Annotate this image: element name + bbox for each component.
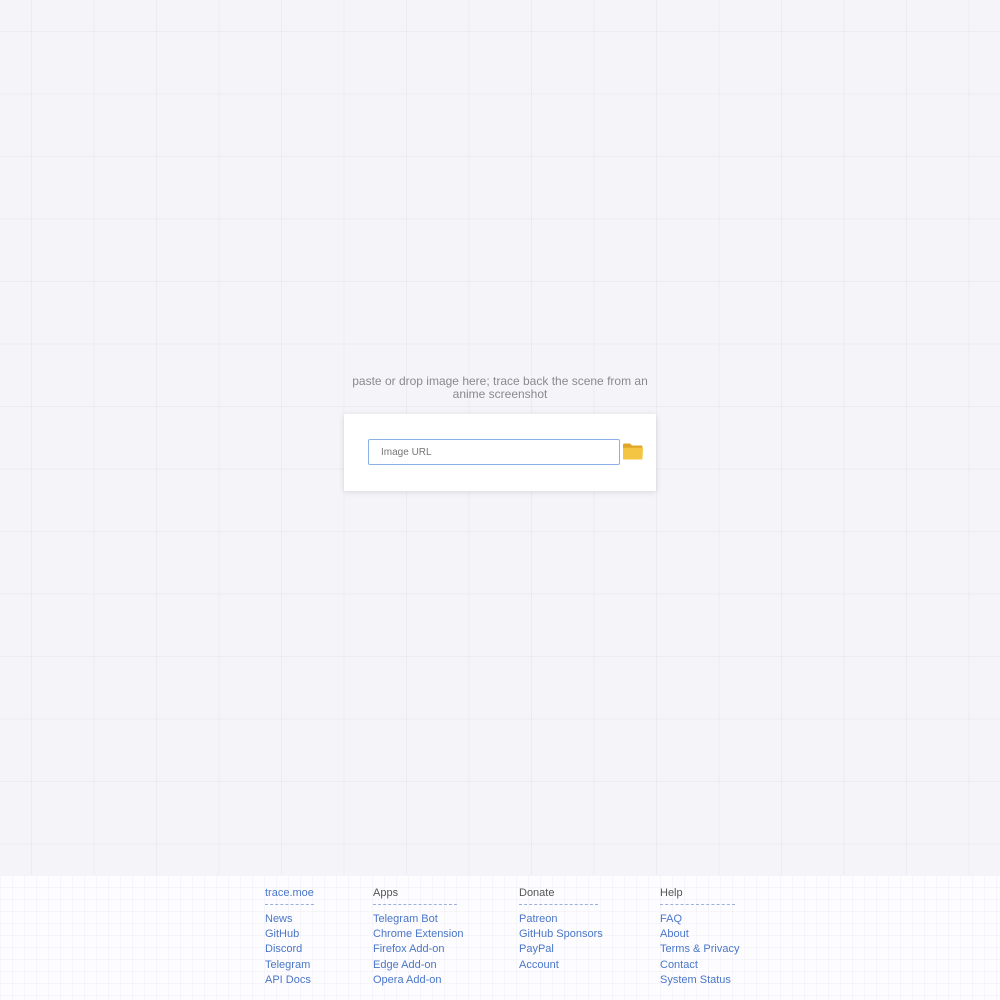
- footer-link-telegram-bot[interactable]: Telegram Bot: [373, 912, 464, 927]
- footer-link-github-sponsors[interactable]: GitHub Sponsors: [519, 927, 603, 942]
- footer-link-github[interactable]: GitHub: [265, 927, 314, 942]
- image-url-input[interactable]: [368, 439, 620, 465]
- search-card: [344, 414, 656, 491]
- footer-column-donate: Donate Patreon GitHub Sponsors PayPal Ac…: [519, 883, 603, 973]
- footer-link-patreon[interactable]: Patreon: [519, 912, 603, 927]
- footer-column-trace-moe: trace.moe News GitHub Discord Telegram A…: [265, 883, 314, 988]
- folder-icon: [623, 443, 643, 460]
- footer-link-discord[interactable]: Discord: [265, 942, 314, 957]
- footer-column-apps: Apps Telegram Bot Chrome Extension Firef…: [373, 883, 464, 988]
- footer-link-paypal[interactable]: PayPal: [519, 942, 603, 957]
- footer-link-telegram[interactable]: Telegram: [265, 958, 314, 973]
- site-footer: trace.moe News GitHub Discord Telegram A…: [0, 875, 1000, 1000]
- search-hint: paste or drop image here; trace back the…: [352, 374, 648, 401]
- footer-link-faq[interactable]: FAQ: [660, 912, 739, 927]
- footer-heading-apps: Apps: [373, 887, 457, 905]
- footer-link-system-status[interactable]: System Status: [660, 973, 739, 988]
- footer-link-api-docs[interactable]: API Docs: [265, 973, 314, 988]
- footer-link-edge-addon[interactable]: Edge Add-on: [373, 958, 464, 973]
- footer-link-firefox-addon[interactable]: Firefox Add-on: [373, 942, 464, 957]
- footer-link-chrome-extension[interactable]: Chrome Extension: [373, 927, 464, 942]
- browse-file-button[interactable]: [622, 441, 644, 461]
- footer-column-help: Help FAQ About Terms & Privacy Contact S…: [660, 883, 739, 988]
- footer-link-account[interactable]: Account: [519, 958, 603, 973]
- footer-link-opera-addon[interactable]: Opera Add-on: [373, 973, 464, 988]
- footer-link-about[interactable]: About: [660, 927, 739, 942]
- footer-link-news[interactable]: News: [265, 912, 314, 927]
- footer-link-contact[interactable]: Contact: [660, 958, 739, 973]
- footer-heading-help: Help: [660, 887, 735, 905]
- footer-heading-donate: Donate: [519, 887, 598, 905]
- footer-heading-trace-moe[interactable]: trace.moe: [265, 887, 314, 905]
- footer-link-terms-privacy[interactable]: Terms & Privacy: [660, 942, 739, 957]
